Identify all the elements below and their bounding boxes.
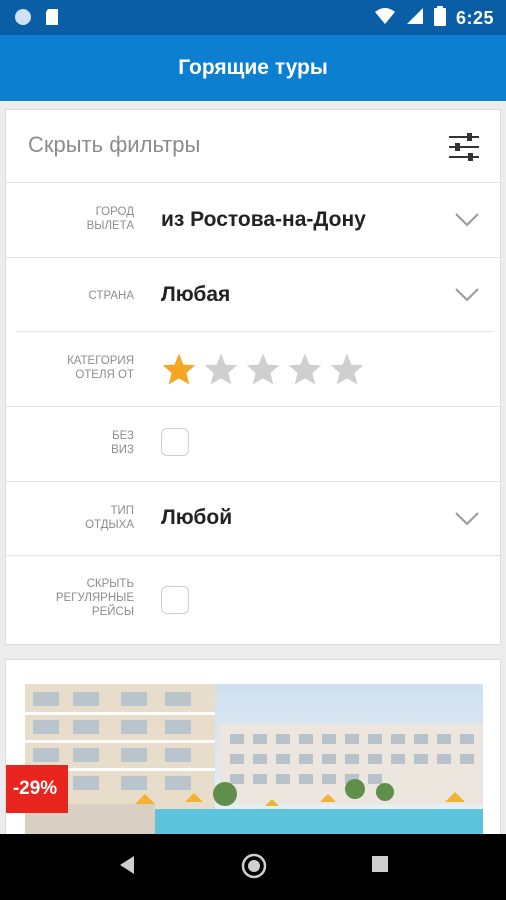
chevron-down-icon[interactable] [454,212,480,233]
home-icon[interactable] [240,852,268,885]
chevron-down-icon[interactable] [454,511,480,532]
filters-card: Скрыть фильтры Город вылета из Ростова-н… [5,109,501,645]
departure-city-select[interactable]: Город вылета из Ростова-на-Дону [6,183,500,257]
star-icon[interactable] [161,352,197,391]
page-title: Горящие туры [178,56,328,79]
discount-badge: -29% [6,765,68,813]
star-icon[interactable] [203,352,239,391]
country-value: Любая [161,283,231,306]
hide-filters-label[interactable]: Скрыть фильтры [28,132,200,158]
hide-regular-flights-label: Скрыть регулярные рейсы [55,578,134,618]
hide-regular-flights-checkbox[interactable] [161,586,189,614]
no-visa-label: Без виз [111,430,134,456]
app-bar: Горящие туры [0,35,506,101]
star-icon[interactable] [287,352,323,391]
no-visa-row: Без виз [6,407,500,481]
hotel-category-label: Категория отеля от [67,355,134,381]
hide-filters-row[interactable]: Скрыть фильтры [6,110,500,182]
status-bar: 6:25 [0,0,506,35]
no-visa-checkbox[interactable] [161,428,189,456]
filter-sliders-icon[interactable] [448,133,480,166]
country-select[interactable]: Страна Любая [6,258,500,331]
vacation-type-label: Тип отдыха [85,505,134,531]
star-icon[interactable] [245,352,281,391]
hot-tour-card[interactable]: -29% [5,659,501,839]
back-icon[interactable] [116,852,138,883]
vacation-type-value: Любой [161,506,233,529]
signal-icon [406,7,424,30]
battery-icon [433,6,446,31]
wifi-icon [374,7,396,30]
country-label: Страна [88,290,135,302]
hotel-photo [25,684,483,838]
departure-city-label: Город вылета [86,206,134,232]
hotel-category-row: Категория отеля от [6,332,500,406]
sd-card-icon [44,8,60,31]
clock: 6:25 [455,8,494,28]
departure-city-value: из Ростова-на-Дону [161,208,366,231]
chevron-down-icon[interactable] [454,287,480,308]
star-rating[interactable] [161,352,365,391]
star-icon[interactable] [329,352,365,391]
hide-regular-flights-row: Скрыть регулярные рейсы [6,556,500,644]
recents-icon[interactable] [370,854,390,879]
vacation-type-select[interactable]: Тип отдыха Любой [6,482,500,555]
notification-icon [14,8,32,31]
system-nav-bar [0,834,506,900]
